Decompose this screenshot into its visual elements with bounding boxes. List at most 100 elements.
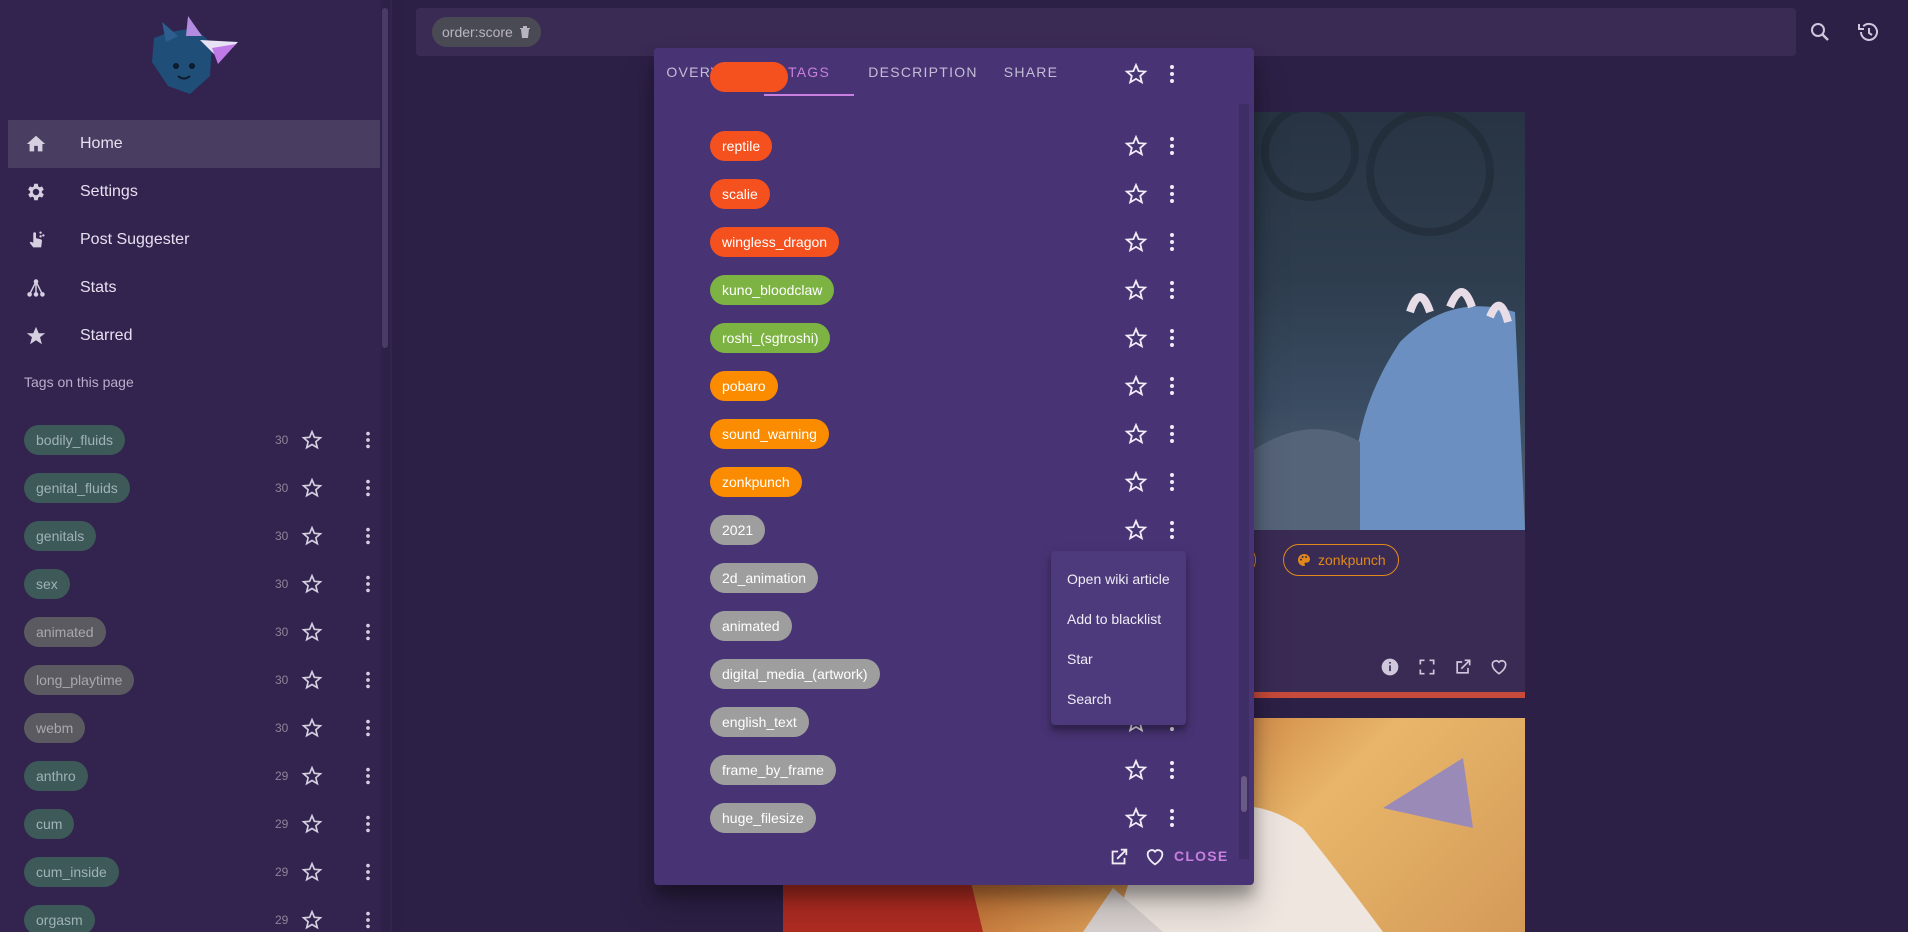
star-outline-icon[interactable] bbox=[301, 429, 323, 451]
more-vert-icon[interactable] bbox=[357, 765, 379, 787]
star-outline-icon[interactable] bbox=[1124, 182, 1148, 206]
more-vert-icon[interactable] bbox=[357, 477, 379, 499]
sidebar-tag-chip[interactable]: long_playtime bbox=[24, 665, 135, 695]
sidebar-tag-chip[interactable]: webm bbox=[24, 713, 86, 743]
post-image[interactable] bbox=[1250, 112, 1525, 530]
menu-item-search[interactable]: Search bbox=[1051, 679, 1186, 719]
sidebar-tag-chip[interactable]: sex bbox=[24, 569, 70, 599]
more-vert-icon[interactable] bbox=[357, 717, 379, 739]
favorite-icon[interactable] bbox=[1144, 846, 1166, 868]
tag-chip[interactable]: sound_warning bbox=[710, 419, 829, 449]
star-outline-icon[interactable] bbox=[1124, 62, 1148, 86]
sidebar-tag-chip[interactable]: bodily_fluids bbox=[24, 425, 126, 455]
nav-post-suggester[interactable]: Post Suggester bbox=[8, 216, 380, 264]
menu-item-add-blacklist[interactable]: Add to blacklist bbox=[1051, 599, 1186, 639]
tag-chip[interactable]: reptile bbox=[710, 131, 773, 161]
more-vert-icon[interactable] bbox=[357, 429, 379, 451]
fullscreen-icon[interactable] bbox=[1417, 657, 1437, 677]
star-outline-icon[interactable] bbox=[1124, 470, 1148, 494]
tag-chip[interactable]: 2021 bbox=[710, 515, 766, 545]
tag-chip[interactable]: frame_by_frame bbox=[710, 755, 836, 785]
star-outline-icon[interactable] bbox=[301, 525, 323, 547]
star-outline-icon[interactable] bbox=[1124, 134, 1148, 158]
star-outline-icon[interactable] bbox=[301, 477, 323, 499]
tag-chip[interactable]: zonkpunch bbox=[710, 467, 802, 497]
sidebar-tag-chip[interactable]: animated bbox=[24, 617, 106, 647]
star-outline-icon[interactable] bbox=[301, 669, 323, 691]
tag-chip[interactable] bbox=[710, 62, 788, 92]
more-vert-icon[interactable] bbox=[1160, 518, 1184, 542]
star-outline-icon[interactable] bbox=[301, 861, 323, 883]
favorite-icon[interactable] bbox=[1489, 657, 1509, 677]
tag-chip[interactable]: digital_media_(artwork) bbox=[710, 659, 880, 689]
info-icon[interactable] bbox=[1380, 657, 1400, 677]
menu-item-open-wiki[interactable]: Open wiki article bbox=[1051, 559, 1186, 599]
dialog-scrollbar[interactable] bbox=[1241, 776, 1247, 812]
post-artist-chip[interactable]: zonkpunch bbox=[1283, 544, 1399, 576]
more-vert-icon[interactable] bbox=[357, 573, 379, 595]
star-outline-icon[interactable] bbox=[301, 717, 323, 739]
tag-chip[interactable]: kuno_bloodclaw bbox=[710, 275, 835, 305]
more-vert-icon[interactable] bbox=[1160, 182, 1184, 206]
more-vert-icon[interactable] bbox=[1160, 758, 1184, 782]
query-chip[interactable]: order:score bbox=[432, 17, 541, 47]
star-outline-icon[interactable] bbox=[1124, 758, 1148, 782]
tag-chip[interactable]: huge_filesize bbox=[710, 803, 816, 833]
nav-label: Starred bbox=[80, 327, 133, 344]
tag-row: zonkpunch bbox=[654, 462, 1234, 502]
search-icon[interactable] bbox=[1808, 20, 1832, 44]
star-outline-icon[interactable] bbox=[301, 621, 323, 643]
sidebar-tag-chip[interactable]: orgasm bbox=[24, 905, 95, 932]
more-vert-icon[interactable] bbox=[1160, 422, 1184, 446]
star-outline-icon[interactable] bbox=[1124, 374, 1148, 398]
tag-chip[interactable]: 2d_animation bbox=[710, 563, 819, 593]
tag-chip[interactable]: english_text bbox=[710, 707, 809, 737]
sidebar-scrollbar[interactable] bbox=[382, 8, 388, 348]
open-external-icon[interactable] bbox=[1453, 657, 1473, 677]
nav-stats[interactable]: Stats bbox=[8, 264, 380, 312]
menu-item-star[interactable]: Star bbox=[1051, 639, 1186, 679]
star-outline-icon[interactable] bbox=[301, 909, 323, 931]
star-outline-icon[interactable] bbox=[301, 573, 323, 595]
star-outline-icon[interactable] bbox=[1124, 422, 1148, 446]
star-outline-icon[interactable] bbox=[1124, 806, 1148, 830]
star-outline-icon[interactable] bbox=[1124, 326, 1148, 350]
tag-chip[interactable]: pobaro bbox=[710, 371, 778, 401]
nav-settings[interactable]: Settings bbox=[8, 168, 380, 216]
more-vert-icon[interactable] bbox=[357, 525, 379, 547]
tag-chip[interactable]: wingless_dragon bbox=[710, 227, 840, 257]
more-vert-icon[interactable] bbox=[357, 861, 379, 883]
star-outline-icon[interactable] bbox=[301, 813, 323, 835]
dialog-scroll-track[interactable] bbox=[1239, 104, 1249, 859]
more-vert-icon[interactable] bbox=[1160, 470, 1184, 494]
tag-chip[interactable]: roshi_(sgtroshi) bbox=[710, 323, 831, 353]
tag-chip[interactable]: animated bbox=[710, 611, 792, 641]
nav-starred[interactable]: Starred bbox=[8, 312, 380, 360]
open-external-icon[interactable] bbox=[1108, 846, 1130, 868]
more-vert-icon[interactable] bbox=[1160, 230, 1184, 254]
sidebar-tag-chip[interactable]: genitals bbox=[24, 521, 97, 551]
more-vert-icon[interactable] bbox=[1160, 134, 1184, 158]
star-outline-icon[interactable] bbox=[1124, 518, 1148, 542]
more-vert-icon[interactable] bbox=[1160, 374, 1184, 398]
more-vert-icon[interactable] bbox=[1160, 326, 1184, 350]
tag-chip[interactable]: scalie bbox=[710, 179, 770, 209]
sidebar-tag-chip[interactable]: genital_fluids bbox=[24, 473, 130, 503]
more-vert-icon[interactable] bbox=[357, 669, 379, 691]
history-icon[interactable] bbox=[1857, 20, 1881, 44]
more-vert-icon[interactable] bbox=[1160, 806, 1184, 830]
star-outline-icon[interactable] bbox=[1124, 278, 1148, 302]
star-outline-icon[interactable] bbox=[1124, 230, 1148, 254]
more-vert-icon[interactable] bbox=[1160, 278, 1184, 302]
more-vert-icon[interactable] bbox=[357, 909, 379, 931]
close-button[interactable]: CLOSE bbox=[1174, 848, 1228, 864]
star-outline-icon[interactable] bbox=[301, 765, 323, 787]
sidebar-tag-chip[interactable]: cum_inside bbox=[24, 857, 119, 887]
sidebar-tag-chip[interactable]: anthro bbox=[24, 761, 88, 791]
more-vert-icon[interactable] bbox=[357, 813, 379, 835]
delete-icon[interactable] bbox=[519, 25, 531, 39]
nav-home[interactable]: Home bbox=[8, 120, 380, 168]
more-vert-icon[interactable] bbox=[357, 621, 379, 643]
sidebar-tag-chip[interactable]: cum bbox=[24, 809, 75, 839]
more-vert-icon[interactable] bbox=[1160, 62, 1184, 86]
